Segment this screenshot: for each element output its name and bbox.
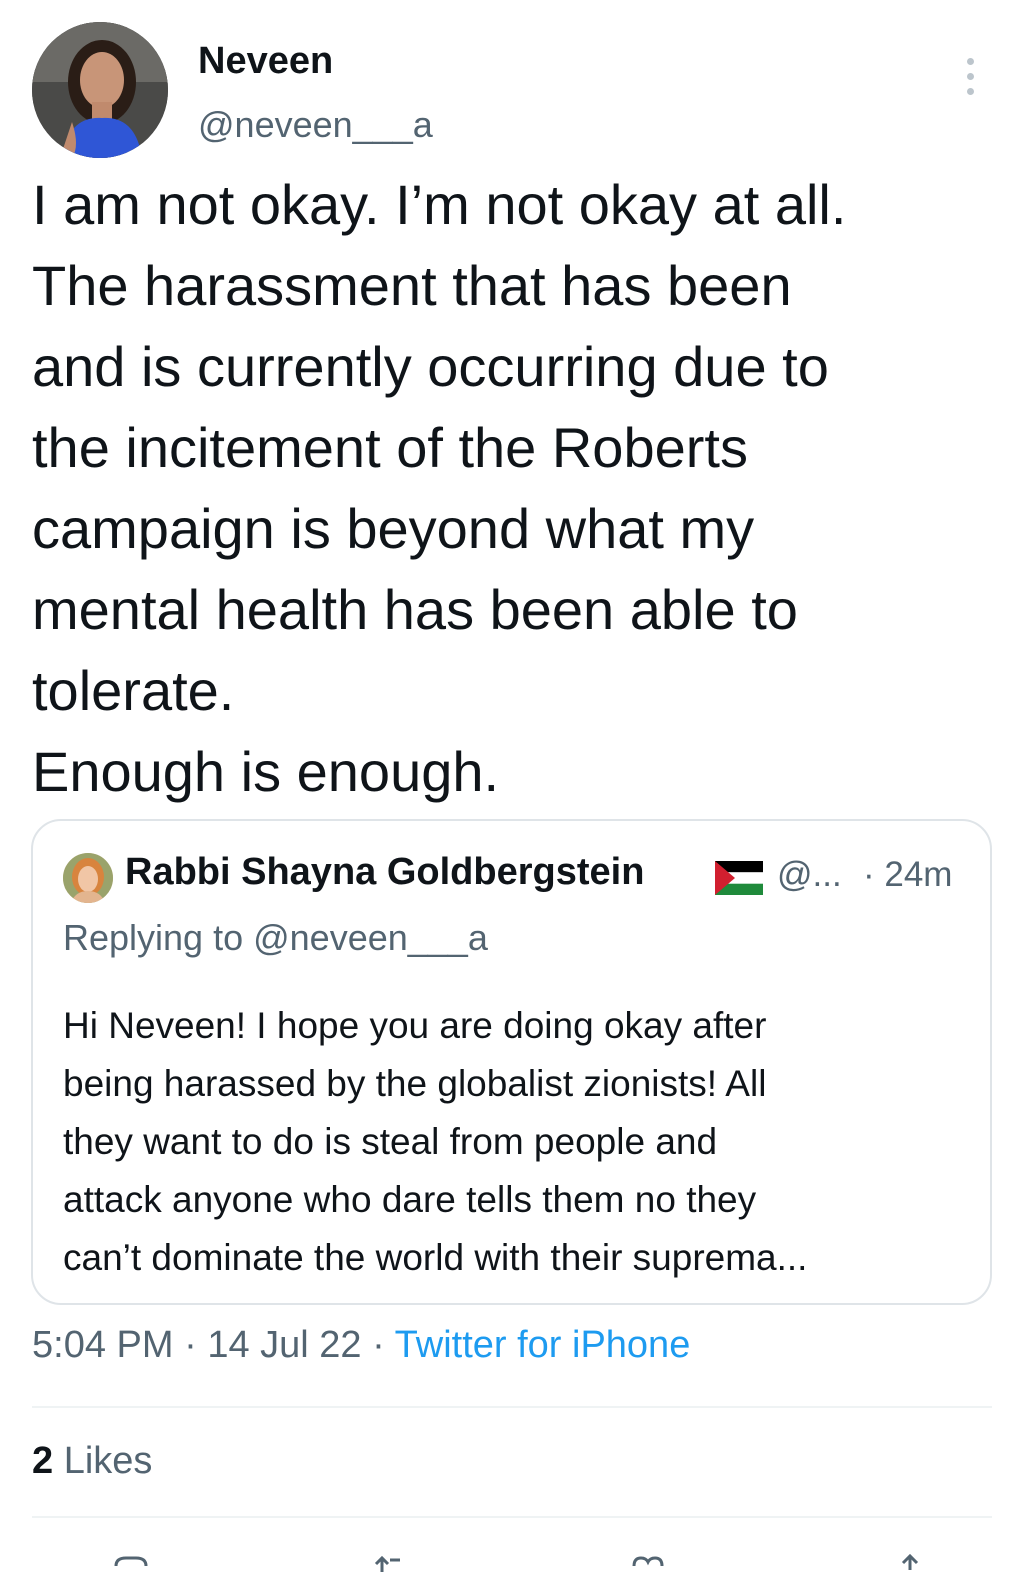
share-icon[interactable] bbox=[890, 1552, 930, 1582]
author-name[interactable]: Neveen bbox=[198, 40, 333, 83]
likes-label: Likes bbox=[63, 1440, 153, 1482]
tweet-time[interactable]: 5:04 PM bbox=[32, 1324, 174, 1366]
author-avatar[interactable] bbox=[32, 22, 168, 158]
likes-number: 2 bbox=[32, 1440, 54, 1482]
quoted-tweet-card[interactable]: Rabbi Shayna Goldbergstein @... · 24m Re… bbox=[31, 819, 992, 1305]
author-handle[interactable]: @neveen___a bbox=[198, 104, 433, 146]
tweet-action-bar bbox=[32, 1540, 992, 1580]
tweet-header: Neveen @neveen___a bbox=[32, 22, 992, 162]
meta-separator: · bbox=[184, 1324, 197, 1366]
reply-icon[interactable] bbox=[110, 1552, 150, 1582]
quote-avatar-image bbox=[63, 853, 113, 903]
more-dot bbox=[966, 57, 974, 65]
quote-text: Hi Neveen! I hope you are doing okay aft… bbox=[63, 1005, 808, 1278]
quote-author-avatar[interactable] bbox=[63, 853, 113, 903]
tweet-metadata: 5:04 PM · 14 Jul 22 · Twitter for iPhone bbox=[32, 1324, 690, 1367]
divider bbox=[32, 1406, 992, 1408]
quote-author-name[interactable]: Rabbi Shayna Goldbergstein bbox=[125, 851, 644, 894]
tweet-date[interactable]: 14 Jul 22 bbox=[207, 1324, 361, 1366]
replying-to-label[interactable]: Replying to @neveen___a bbox=[63, 917, 488, 959]
author-avatar-image bbox=[32, 22, 168, 158]
palestine-flag-icon bbox=[715, 861, 763, 895]
meta-separator: · bbox=[372, 1324, 385, 1366]
retweet-icon[interactable] bbox=[368, 1552, 408, 1582]
more-dot bbox=[966, 87, 974, 95]
like-icon[interactable] bbox=[628, 1552, 668, 1582]
tweet-text: I am not okay. I’m not okay at all. The … bbox=[32, 173, 847, 803]
more-vertical-icon[interactable] bbox=[948, 44, 992, 108]
divider bbox=[32, 1516, 992, 1518]
tweet-source-link[interactable]: Twitter for iPhone bbox=[395, 1324, 691, 1366]
more-dot bbox=[966, 72, 974, 80]
quote-timestamp: · 24m bbox=[863, 855, 953, 894]
quote-author-handle[interactable]: @... bbox=[777, 855, 842, 895]
likes-count[interactable]: 2 Likes bbox=[32, 1440, 152, 1483]
